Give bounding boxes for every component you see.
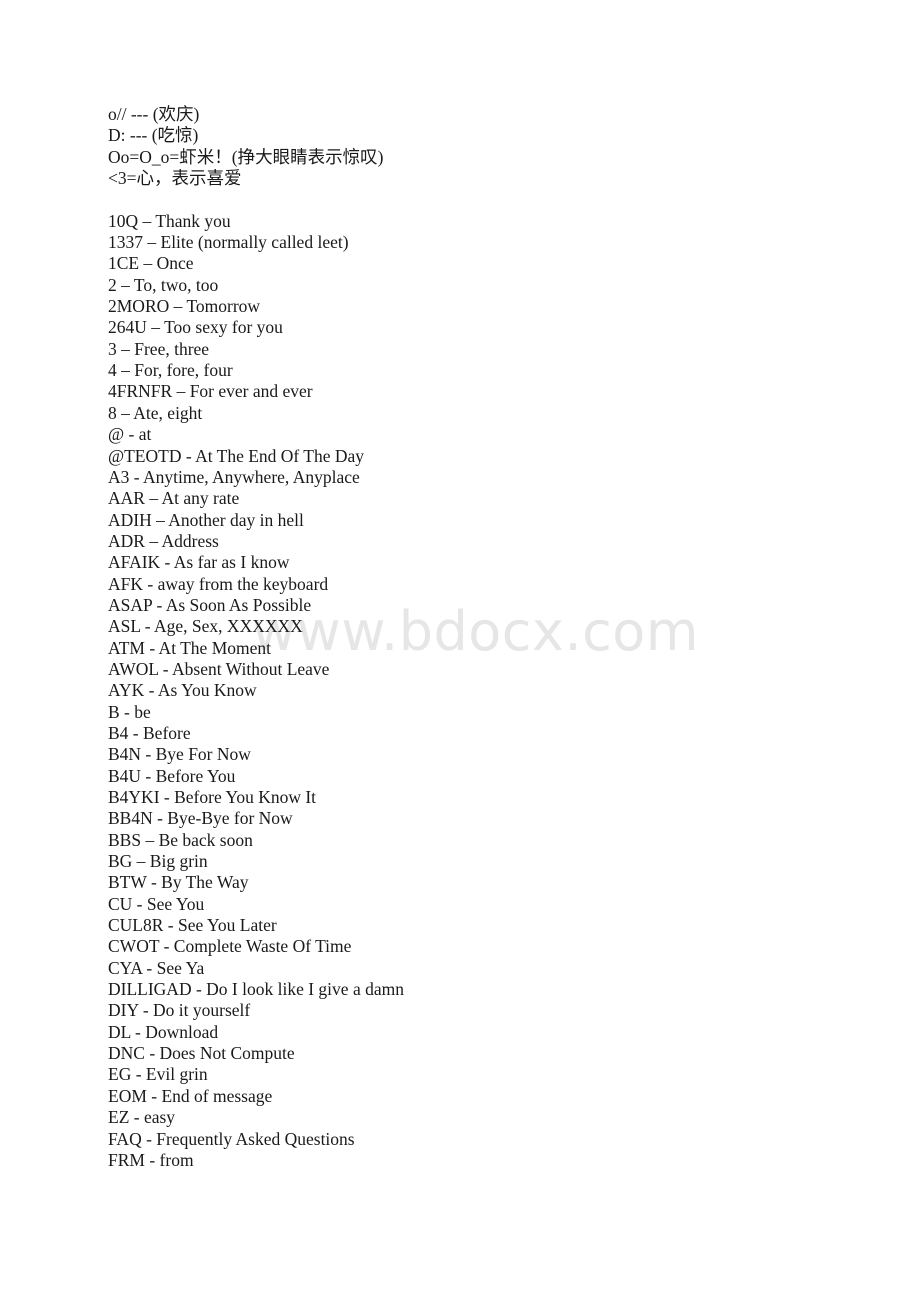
abbreviation-line: 2 – To, two, too [108,274,219,295]
abbreviation-line: FAQ - Frequently Asked Questions [108,1128,355,1149]
abbreviation-line: ATM - At The Moment [108,637,272,658]
abbreviation-line: ADIH – Another day in hell [108,509,304,530]
abbreviation-line: B4 - Before [108,722,191,743]
abbreviation-line: AFAIK - As far as I know [108,552,290,573]
document-text-body: o// --- (欢庆) D: --- (吃惊) Oo=O_o=虾米！(挣大眼睛表示… [108,104,848,1171]
abbreviation-line: AYK - As You Know [108,680,257,701]
abbreviation-line: 4FRNFR – For ever and ever [108,381,313,402]
abbreviation-line: 1337 – Elite (normally called leet) [108,232,349,253]
abbreviation-line: 264U – Too sexy for you [108,317,283,338]
abbreviation-line: BB4N - Bye-Bye for Now [108,808,293,829]
abbreviation-line: AFK - away from the keyboard [108,573,329,594]
abbreviation-line: CWOT - Complete Waste Of Time [108,936,352,957]
emoticon-line: D: --- (吃惊) [108,125,199,146]
abbreviation-line: 4 – For, fore, four [108,360,233,381]
abbreviation-line: 8 – Ate, eight [108,402,203,423]
abbreviation-line: EG - Evil grin [108,1064,208,1085]
abbreviation-line: ASAP - As Soon As Possible [108,594,312,615]
document-page: www.bdocx.com o// --- (欢庆) D: --- (吃惊) Oo=… [0,0,920,1302]
abbreviation-line: DNC - Does Not Compute [108,1043,295,1064]
abbreviation-line: CU - See You [108,893,205,914]
abbreviation-line: B4N - Bye For Now [108,744,251,765]
abbreviation-line: ADR – Address [108,530,219,551]
abbreviation-line: DILLIGAD - Do I look like I give a damn [108,979,404,1000]
abbreviation-line: 1CE – Once [108,253,194,274]
abbreviation-line: 10Q – Thank you [108,210,231,231]
emoticon-list: o// --- (欢庆) D: --- (吃惊) Oo=O_o=虾米！(挣大眼睛表示… [108,104,848,189]
abbreviation-line: B4U - Before You [108,765,236,786]
abbreviation-line: EZ - easy [108,1107,176,1128]
abbreviation-line: @TEOTD - At The End Of The Day [108,445,365,466]
abbreviation-line: ASL - Age, Sex, XXXXXX [108,616,303,637]
emoticon-line: <3=心，表示喜爱 [108,168,242,189]
abbreviation-line: DIY - Do it yourself [108,1000,251,1021]
abbreviation-line: @ - at [108,424,152,445]
abbreviation-line: FRM - from [108,1149,194,1170]
abbreviation-line: DL - Download [108,1021,219,1042]
emoticon-line: o// --- (欢庆) [108,104,200,124]
abbreviation-line: 2MORO – Tomorrow [108,296,261,317]
abbreviation-line: 3 – Free, three [108,338,210,359]
abbreviation-line: BBS – Be back soon [108,829,253,850]
abbreviation-line: AWOL - Absent Without Leave [108,658,330,679]
abbreviation-line: B4YKI - Before You Know It [108,787,317,807]
abbreviation-line: CYA - See Ya [108,957,205,978]
abbreviation-line: CUL8R - See You Later [108,915,277,936]
abbreviation-list: 10Q – Thank you 1337 – Elite (normally ca… [108,211,848,1171]
abbreviation-line: BTW - By The Way [108,872,249,893]
emoticon-line: Oo=O_o=虾米！(挣大眼睛表示惊叹) [108,146,384,167]
abbreviation-line: AAR – At any rate [108,488,240,509]
abbreviation-line: B - be [108,701,151,722]
abbreviation-line: EOM - End of message [108,1085,273,1106]
abbreviation-line: A3 - Anytime, Anywhere, Anyplace [108,466,360,487]
abbreviation-line: BG – Big grin [108,851,208,872]
